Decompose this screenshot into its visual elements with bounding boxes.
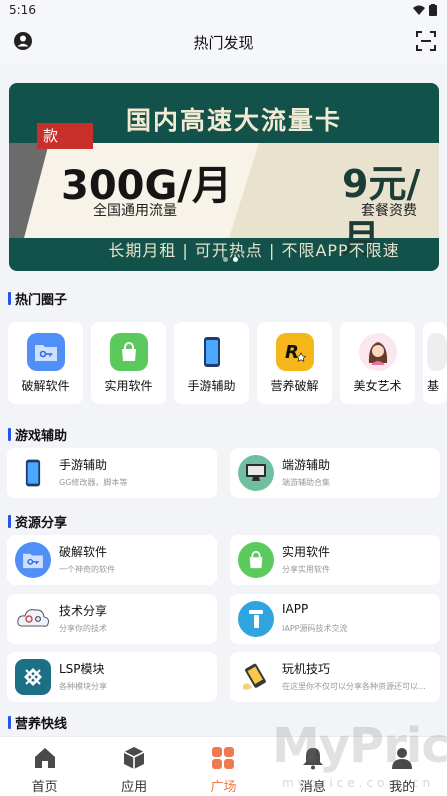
list-card-desc: 一个神奇的软件 — [59, 565, 115, 574]
list-card-resource[interactable]: 实用软件 分享实用软件 — [230, 535, 440, 585]
section-marker — [8, 292, 11, 305]
list-card-title: 技术分享 — [59, 604, 108, 618]
section-title: 热门圈子 — [15, 293, 68, 308]
phone-tips-icon — [238, 659, 274, 695]
status-time: 5:16 — [9, 3, 36, 17]
hot-circle-card-partial[interactable]: 基 — [423, 322, 447, 404]
status-bar: 5:16 — [0, 0, 447, 20]
banner-sub-right: 套餐资费 — [361, 203, 417, 219]
folder-key-icon — [26, 333, 65, 371]
pagination-dot[interactable] — [223, 257, 228, 262]
phone-icon — [193, 333, 231, 371]
list-card-resource[interactable]: LSP模块 各种模块分享 — [7, 652, 217, 702]
list-card-game-assist[interactable]: 端游辅助 端游辅助合集 — [230, 448, 440, 498]
nav-label: 首页 — [31, 780, 58, 795]
list-card-title: 破解软件 — [59, 545, 108, 559]
list-card-resource[interactable]: 玩机技巧 在这里你不仅可以分享各种资源还可以… — [230, 652, 440, 702]
list-card-desc: 分享实用软件 — [282, 565, 330, 574]
hot-circle-label: 手游辅助 — [187, 379, 236, 393]
hot-circle-card[interactable]: 实用软件 — [91, 322, 166, 404]
list-card-resource[interactable]: 破解软件 一个神奇的软件 — [7, 535, 217, 585]
battery-icon — [429, 4, 437, 16]
nav-home[interactable]: 首页 — [0, 737, 89, 796]
monitor-icon — [238, 455, 274, 491]
grid-icon — [212, 747, 235, 769]
pagination-dot-active[interactable] — [233, 257, 238, 262]
section-marker — [8, 716, 11, 729]
tech-cloud-icon — [15, 601, 51, 637]
nav-apps[interactable]: 应用 — [90, 737, 179, 796]
watermark-logo: MyPrice — [272, 718, 447, 774]
svg-text:R: R — [285, 342, 299, 363]
rockstar-icon: R — [275, 333, 314, 371]
list-card-desc: GG修改器，脚本等 — [59, 478, 128, 487]
list-card-title: 端游辅助 — [282, 458, 331, 472]
section-marker — [8, 428, 11, 441]
cube-icon — [123, 747, 145, 769]
girl-avatar-icon — [358, 333, 397, 371]
section-title: 营养快线 — [15, 717, 68, 732]
nav-label: 广场 — [210, 780, 237, 795]
list-card-resource[interactable]: IAPP IAPP源码技术交流 — [230, 594, 440, 644]
list-card-desc: 分享你的技术 — [59, 624, 107, 633]
wifi-icon — [413, 5, 425, 15]
hot-circle-label: 基 — [427, 379, 440, 393]
page-title: 热门发现 — [193, 33, 254, 52]
list-card-desc: IAPP源码技术交流 — [282, 624, 348, 633]
section-title: 资源分享 — [15, 516, 68, 531]
banner-pagination — [223, 257, 238, 262]
section-nutrition: 营养快线 — [8, 713, 67, 732]
hot-circle-label: 美女艺术 — [353, 379, 402, 393]
lsp-module-icon — [15, 659, 51, 695]
phone-icon — [15, 455, 51, 491]
list-card-desc: 在这里你不仅可以分享各种资源还可以… — [282, 682, 426, 691]
hot-circle-label: 营养破解 — [270, 379, 319, 393]
banner-tag: 款 — [37, 123, 93, 149]
list-card-title: 实用软件 — [282, 545, 331, 559]
iapp-icon — [238, 601, 274, 637]
list-card-desc: 各种模块分享 — [59, 682, 107, 691]
hot-circle-label: 破解软件 — [21, 379, 70, 393]
section-hot-circles: 热门圈子 — [8, 289, 67, 308]
watermark-url: myprice.com.cn — [282, 776, 435, 790]
profile-icon[interactable] — [12, 30, 34, 52]
scan-icon[interactable] — [415, 30, 437, 52]
banner-sub-left: 全国通用流量 — [93, 203, 177, 219]
hot-circle-card[interactable]: 手游辅助 — [174, 322, 249, 404]
shopping-bag-icon — [238, 542, 274, 578]
section-resource-share: 资源分享 — [8, 512, 67, 531]
hot-circle-card[interactable]: 破解软件 — [8, 322, 83, 404]
shopping-bag-icon — [109, 333, 148, 371]
hot-circle-card[interactable]: 美女艺术 — [340, 322, 415, 404]
list-card-title: IAPP — [282, 602, 309, 616]
nav-square[interactable]: 广场 — [179, 737, 268, 796]
section-title: 游戏辅助 — [15, 429, 68, 444]
top-bar: 热门发现 — [0, 20, 447, 64]
nav-label: 应用 — [121, 780, 148, 795]
list-card-title: LSP模块 — [59, 662, 105, 676]
section-game-assist: 游戏辅助 — [8, 425, 67, 444]
folder-key-icon — [15, 542, 51, 578]
list-card-title: 手游辅助 — [59, 458, 108, 472]
list-card-game-assist[interactable]: 手游辅助 GG修改器，脚本等 — [7, 448, 217, 498]
hot-circle-label: 实用软件 — [104, 379, 153, 393]
list-card-resource[interactable]: 技术分享 分享你的技术 — [7, 594, 217, 644]
more-icon — [427, 333, 447, 371]
home-icon — [34, 748, 55, 768]
section-marker — [8, 515, 11, 528]
list-card-title: 玩机技巧 — [282, 662, 331, 676]
hot-circle-card[interactable]: R 营养破解 — [257, 322, 332, 404]
list-card-desc: 端游辅助合集 — [282, 478, 330, 487]
promo-banner[interactable]: 国内高速大流量卡 款 300G/月 全国通用流量 9元/月 套餐资费 长期月租 … — [9, 83, 439, 271]
